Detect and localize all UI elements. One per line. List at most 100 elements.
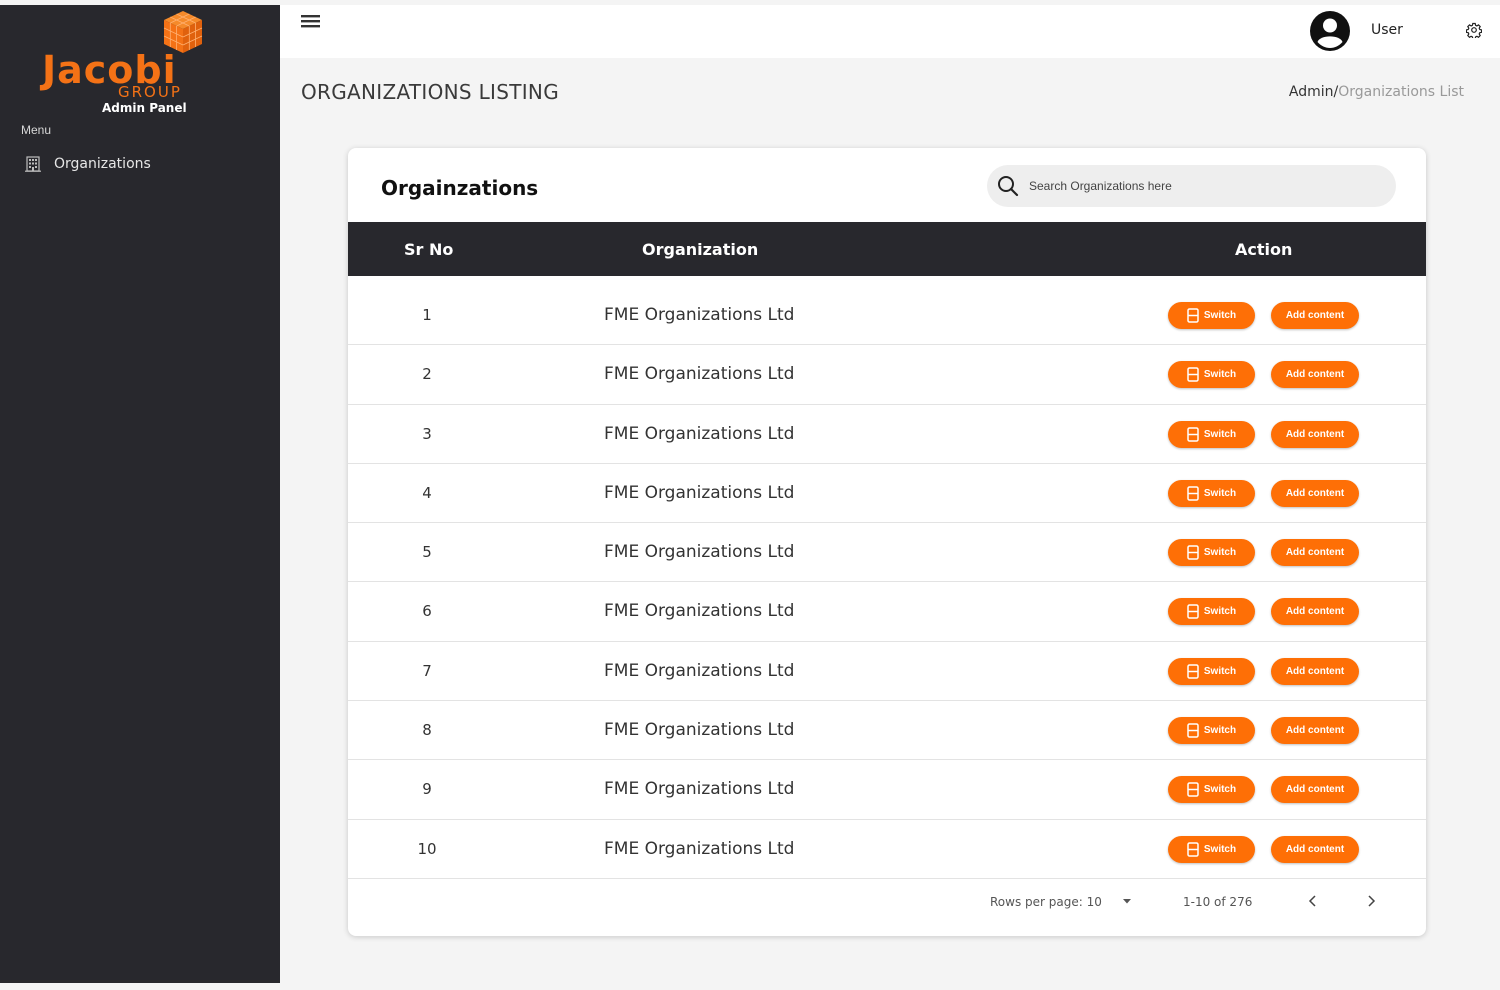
add-content-button[interactable]: Add content xyxy=(1271,479,1359,507)
sidebar-item-organizations[interactable]: Organizations xyxy=(24,153,151,175)
row-organization-name: FME Organizations Ltd xyxy=(604,305,795,325)
switch-icon xyxy=(1187,841,1199,857)
add-content-button[interactable]: Add content xyxy=(1271,835,1359,863)
table-row: 1 FME Organizations Ltd Switch Add content xyxy=(348,286,1426,346)
table-row: 3 FME Organizations Ltd Switch Add content xyxy=(348,405,1426,464)
rows-per-page-label: Rows per page: 10 xyxy=(990,895,1102,909)
add-content-button[interactable]: Add content xyxy=(1271,598,1359,626)
switch-button-label: Switch xyxy=(1203,547,1237,559)
switch-icon xyxy=(1187,545,1199,560)
row-organization-name: FME Organizations Ltd xyxy=(604,779,795,800)
add-content-button[interactable]: Add content xyxy=(1271,420,1359,448)
menu-label: Menu xyxy=(21,123,52,137)
row-organization-name: FME Organizations Ltd xyxy=(604,423,795,444)
switch-button[interactable]: Switch xyxy=(1168,598,1255,626)
switch-icon xyxy=(1187,723,1199,738)
table-row: 6 FME Organizations Ltd Switch Add content xyxy=(348,582,1426,642)
switch-button[interactable]: Switch xyxy=(1168,479,1255,507)
switch-button[interactable]: Switch xyxy=(1168,302,1255,329)
sidebar: Jacobi GROUP Admin Panel Menu Organizati… xyxy=(0,5,280,983)
switch-button[interactable]: Switch xyxy=(1168,539,1255,567)
row-organization-name: FME Organizations Ltd xyxy=(604,838,795,859)
row-sr-no: 1 xyxy=(422,306,432,324)
switch-button-label: Switch xyxy=(1203,310,1237,321)
chevron-left-icon[interactable] xyxy=(1306,893,1320,909)
column-header-sr-no: Sr No xyxy=(404,240,454,259)
row-organization-name: FME Organizations Ltd xyxy=(604,720,795,741)
table-row: 2 FME Organizations Ltd Switch Add content xyxy=(348,345,1426,405)
table-row: 9 FME Organizations Ltd Switch Add content xyxy=(348,760,1426,820)
caret-down-icon[interactable] xyxy=(1122,897,1132,905)
switch-icon xyxy=(1187,426,1199,442)
switch-icon xyxy=(1187,604,1199,620)
switch-icon xyxy=(1187,486,1199,501)
chevron-right-icon[interactable] xyxy=(1364,893,1378,909)
search-icon xyxy=(998,176,1019,197)
row-sr-no: 4 xyxy=(422,483,432,502)
row-sr-no: 7 xyxy=(422,661,432,680)
sidebar-item-label: Organizations xyxy=(54,156,151,172)
switch-button[interactable]: Switch xyxy=(1168,657,1255,685)
row-sr-no: 3 xyxy=(422,424,432,443)
add-content-button-label: Add content xyxy=(1285,725,1345,737)
switch-icon xyxy=(1187,664,1199,679)
add-content-button[interactable]: Add content xyxy=(1271,776,1359,804)
switch-button[interactable]: Switch xyxy=(1168,835,1255,863)
hamburger-icon[interactable] xyxy=(301,13,321,29)
row-organization-name: FME Organizations Ltd xyxy=(604,542,795,563)
row-organization-name: FME Organizations Ltd xyxy=(604,601,795,622)
breadcrumb-admin[interactable]: Admin xyxy=(1289,84,1334,100)
switch-button-label: Switch xyxy=(1203,725,1237,737)
switch-button-label: Switch xyxy=(1203,606,1237,618)
page-title: ORGANIZATIONS LISTING xyxy=(301,80,559,104)
add-content-button[interactable]: Add content xyxy=(1271,717,1359,745)
pagination: Rows per page: 10 1-10 of 276 xyxy=(348,885,1426,919)
gear-icon[interactable] xyxy=(1466,22,1482,38)
user-circle-icon[interactable] xyxy=(1309,10,1351,52)
add-content-button-label: Add content xyxy=(1285,606,1345,618)
search-input[interactable] xyxy=(1029,179,1369,193)
row-sr-no: 10 xyxy=(417,839,437,858)
jacobi-logo: Jacobi GROUP Admin Panel xyxy=(42,9,232,115)
switch-button[interactable]: Switch xyxy=(1168,361,1255,389)
switch-button[interactable]: Switch xyxy=(1168,776,1255,804)
table-header: Sr No Organization Action xyxy=(348,222,1426,276)
card-title: Orgainzations xyxy=(381,176,539,200)
search-bar[interactable] xyxy=(987,165,1396,207)
table-body: 1 FME Organizations Ltd Switch Add content 2… xyxy=(348,286,1426,879)
switch-button-label: Switch xyxy=(1203,487,1237,499)
building-icon xyxy=(25,156,41,172)
breadcrumb: Admin/Organizations List xyxy=(1289,84,1464,100)
add-content-button[interactable]: Add content xyxy=(1271,539,1359,567)
table-row: 4 FME Organizations Ltd Switch Add content xyxy=(348,464,1426,524)
switch-button-label: Switch xyxy=(1203,369,1237,381)
row-sr-no: 2 xyxy=(422,365,432,384)
add-content-button-label: Add content xyxy=(1285,665,1345,677)
switch-icon xyxy=(1187,367,1199,383)
switch-icon xyxy=(1187,782,1199,798)
row-sr-no: 9 xyxy=(422,780,432,799)
add-content-button[interactable]: Add content xyxy=(1271,657,1359,685)
switch-button-label: Switch xyxy=(1203,843,1237,855)
row-organization-name: FME Organizations Ltd xyxy=(604,482,795,503)
switch-icon xyxy=(1187,308,1199,323)
add-content-button-label: Add content xyxy=(1285,843,1345,855)
add-content-button[interactable]: Add content xyxy=(1271,302,1359,329)
row-sr-no: 6 xyxy=(422,602,432,621)
add-content-button[interactable]: Add content xyxy=(1271,361,1359,389)
row-sr-no: 8 xyxy=(422,721,432,740)
user-name[interactable]: User xyxy=(1371,22,1403,38)
add-content-button-label: Add content xyxy=(1285,428,1345,440)
switch-button[interactable]: Switch xyxy=(1168,717,1255,745)
switch-button-label: Switch xyxy=(1203,428,1237,440)
switch-button[interactable]: Switch xyxy=(1168,420,1255,448)
switch-button-label: Switch xyxy=(1203,784,1237,796)
row-organization-name: FME Organizations Ltd xyxy=(604,364,795,385)
add-content-button-label: Add content xyxy=(1285,547,1345,559)
table-row: 7 FME Organizations Ltd Switch Add content xyxy=(348,642,1426,702)
add-content-button-label: Add content xyxy=(1285,784,1345,796)
add-content-button-label: Add content xyxy=(1285,369,1345,381)
add-content-button-label: Add content xyxy=(1285,310,1345,321)
column-header-organization: Organization xyxy=(642,240,759,259)
page-range: 1-10 of 276 xyxy=(1183,895,1253,909)
